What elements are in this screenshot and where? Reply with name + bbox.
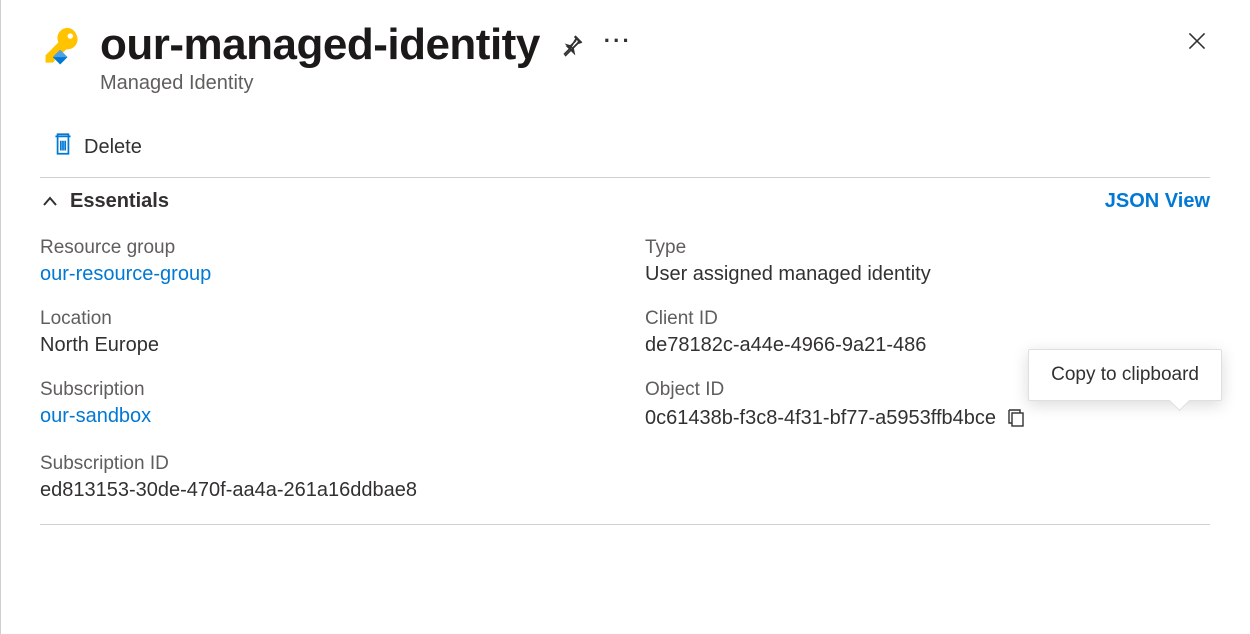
delete-label: Delete bbox=[84, 136, 142, 159]
title-block: our-managed-identity ··· Managed Identit… bbox=[100, 20, 1168, 95]
copy-tooltip: Copy to clipboard bbox=[1028, 349, 1222, 401]
property-label: Client ID bbox=[645, 308, 1210, 330]
close-icon[interactable] bbox=[1184, 28, 1210, 54]
property-label: Subscription bbox=[40, 379, 605, 401]
property-subscription-id: Subscription ID ed813153-30de-470f-aa4a-… bbox=[40, 453, 605, 502]
property-label: Subscription ID bbox=[40, 453, 605, 475]
page-title: our-managed-identity bbox=[100, 20, 540, 70]
property-object-id: Object ID 0c61438b-f3c8-4f31-bf77-a5953f… bbox=[645, 379, 1210, 431]
property-location: Location North Europe bbox=[40, 308, 605, 357]
property-label: Resource group bbox=[40, 237, 605, 259]
property-label: Location bbox=[40, 308, 605, 330]
essentials-title: Essentials bbox=[70, 190, 169, 213]
resource-type-label: Managed Identity bbox=[100, 72, 1168, 95]
property-value: User assigned managed identity bbox=[645, 263, 1210, 286]
property-label: Type bbox=[645, 237, 1210, 259]
property-value: 0c61438b-f3c8-4f31-bf77-a5953ffb4bce bbox=[645, 407, 996, 430]
property-type: Type User assigned managed identity bbox=[645, 237, 1210, 286]
pin-icon[interactable] bbox=[560, 33, 584, 57]
resource-group-link[interactable]: our-resource-group bbox=[40, 263, 605, 286]
resource-header: our-managed-identity ··· Managed Identit… bbox=[40, 20, 1210, 95]
properties-grid: Resource group our-resource-group Type U… bbox=[40, 225, 1210, 524]
command-bar: Delete bbox=[40, 103, 1210, 177]
trash-icon bbox=[52, 131, 74, 163]
chevron-up-icon[interactable] bbox=[40, 192, 60, 212]
pane-border bbox=[0, 0, 1, 634]
subscription-link[interactable]: our-sandbox bbox=[40, 405, 605, 428]
more-icon[interactable]: ··· bbox=[604, 28, 632, 62]
copy-button[interactable] bbox=[1004, 405, 1028, 431]
essentials-header: Essentials JSON View bbox=[40, 178, 1210, 225]
divider bbox=[40, 524, 1210, 525]
property-value: ed813153-30de-470f-aa4a-261a16ddbae8 bbox=[40, 479, 605, 502]
property-value: North Europe bbox=[40, 334, 605, 357]
property-subscription: Subscription our-sandbox bbox=[40, 379, 605, 431]
delete-button[interactable]: Delete bbox=[52, 131, 142, 163]
property-resource-group: Resource group our-resource-group bbox=[40, 237, 605, 286]
json-view-link[interactable]: JSON View bbox=[1105, 190, 1210, 213]
managed-identity-icon bbox=[40, 26, 84, 70]
